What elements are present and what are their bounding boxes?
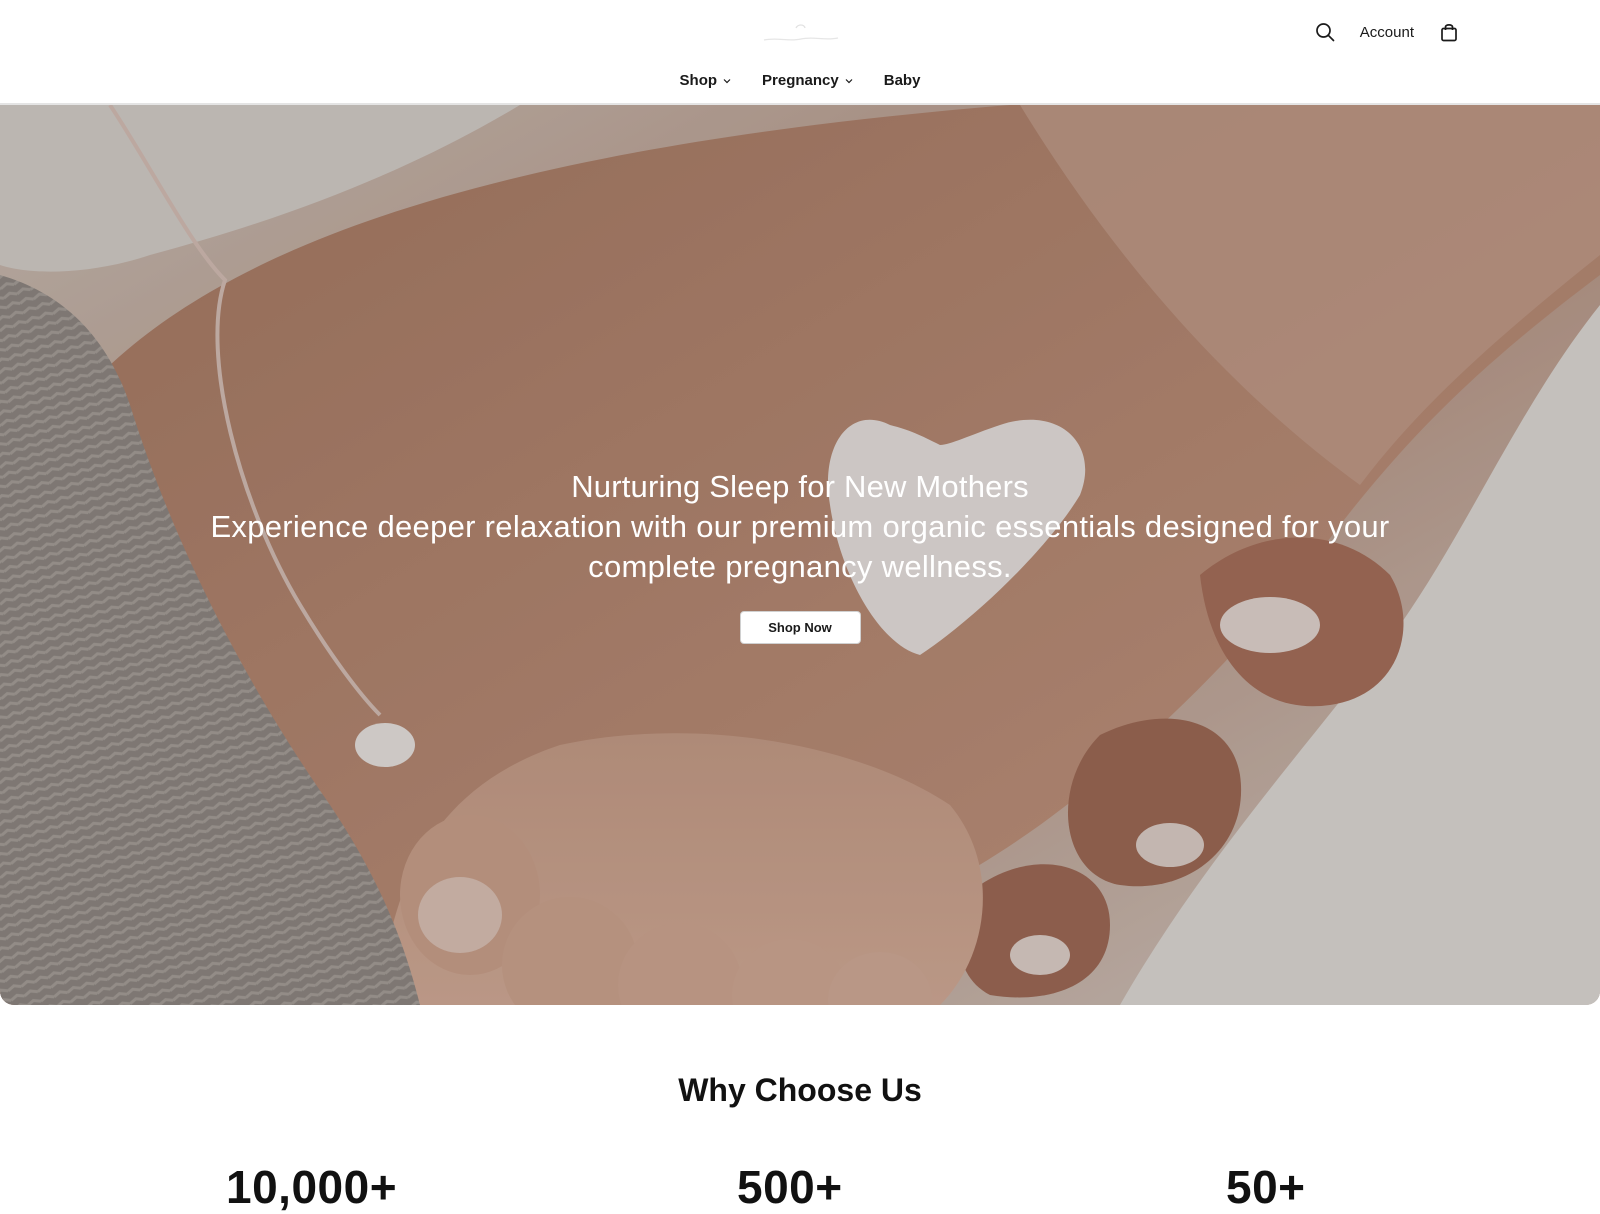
brand-logo[interactable] (758, 20, 844, 46)
hero-content: Nurturing Sleep for New Mothers Experien… (0, 467, 1600, 644)
brand-logo-icon (763, 24, 839, 41)
nav-item-label: Pregnancy (762, 72, 839, 89)
hero-banner: Nurturing Sleep for New Mothers Experien… (0, 105, 1600, 1005)
nav-item-shop[interactable]: Shop (680, 72, 733, 89)
search-icon[interactable] (1314, 21, 1336, 43)
nav-item-baby[interactable]: Baby (884, 72, 921, 89)
main-nav: Shop Pregnancy Baby (0, 72, 1600, 89)
why-choose-us-title: Why Choose Us (678, 1072, 922, 1108)
chevron-down-icon (723, 78, 731, 83)
shop-now-button[interactable]: Shop Now (739, 611, 861, 644)
hero-subtitle: Experience deeper relaxation with our pr… (210, 509, 1390, 584)
site-header: Account Shop Pregnancy Baby (0, 0, 1600, 105)
chevron-down-icon (845, 78, 853, 83)
stat-value: 50+ (1226, 1161, 1306, 1213)
header-actions: Account (1314, 18, 1460, 46)
nav-item-label: Baby (883, 72, 921, 89)
stat-value: 500+ (737, 1161, 843, 1213)
nav-item-pregnancy[interactable]: Pregnancy (762, 72, 854, 89)
account-link[interactable]: Account (1360, 24, 1414, 41)
stat-value: 10,000+ (226, 1161, 398, 1213)
nav-item-label: Shop (679, 72, 718, 89)
shopping-bag-icon[interactable] (1438, 21, 1460, 43)
hero-title: Nurturing Sleep for New Mothers (571, 469, 1029, 504)
